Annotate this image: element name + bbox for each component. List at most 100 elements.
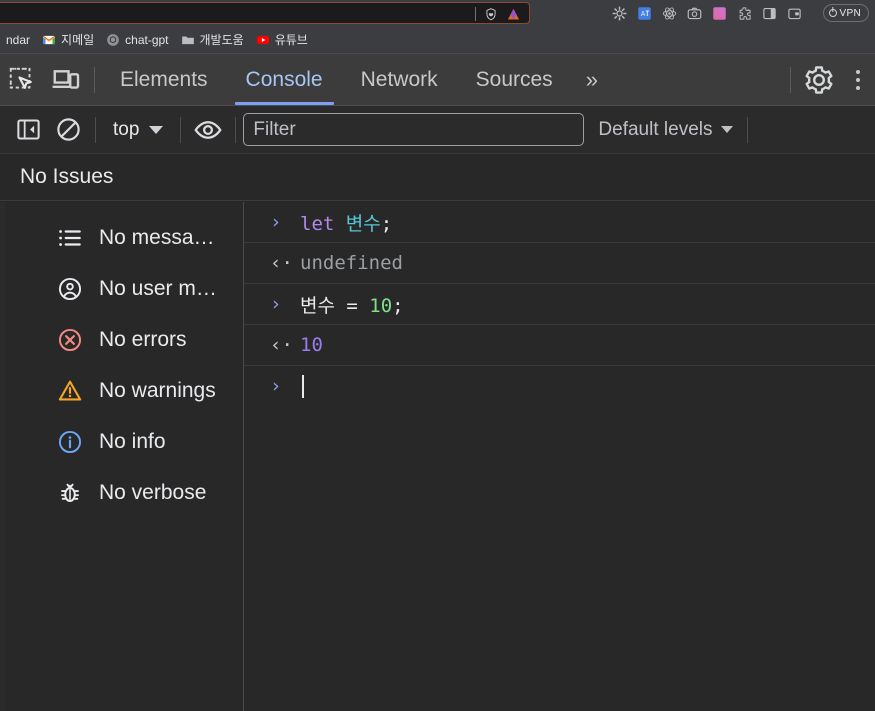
console-log-pane[interactable]: › let 변수; ‹· undefined › 변수 = 10; ‹· 10 … [244, 202, 875, 711]
folder-icon [181, 36, 194, 44]
gmail-icon [42, 35, 56, 44]
prompt-chevron-icon: › [270, 292, 282, 315]
inspect-element-button[interactable] [0, 58, 44, 102]
gear-extension-icon[interactable] [612, 6, 627, 21]
console-sidebar: No messa… No user m… No errors No warnin… [0, 202, 244, 711]
tab-sources[interactable]: Sources [457, 54, 572, 105]
bookmark-label: 유튜브 [274, 33, 308, 47]
bookmark-gmail[interactable]: 지메일 [36, 29, 100, 50]
issues-bar[interactable]: No Issues [0, 154, 875, 201]
sidebar-item-label: No errors [99, 327, 187, 351]
browser-toolbar: A VPN [0, 0, 875, 26]
sidebar-item-label: No warnings [99, 378, 216, 402]
bookmark-label: 개발도움 [199, 33, 244, 47]
code-token-identifier: 변수 = [300, 294, 370, 317]
sidebar-item-label: No user m… [99, 276, 217, 300]
tab-label: Sources [475, 67, 553, 91]
warning-triangle-icon [58, 380, 82, 400]
brave-triangle-icon[interactable] [506, 7, 521, 22]
log-levels-select[interactable]: Default levels [584, 118, 734, 141]
console-prompt-row[interactable]: › [244, 366, 875, 407]
sidebar-item-label: No verbose [99, 480, 207, 504]
bookmark-calendar[interactable]: ndar [0, 31, 36, 49]
vpn-label: VPN [839, 7, 861, 19]
execution-context-label: top [113, 118, 140, 140]
translate-extension-icon[interactable]: A [637, 6, 652, 21]
message-list-icon [59, 229, 81, 246]
device-toolbar-icon [52, 69, 80, 89]
divider [235, 116, 237, 143]
code-token-undefined: undefined [300, 252, 403, 274]
code-token-punct: ; [392, 294, 404, 317]
user-message-icon [58, 277, 82, 300]
bookmark-label: 지메일 [61, 33, 95, 47]
console-entry-output[interactable]: ‹· 10 [244, 325, 875, 366]
screenshot-camera-icon[interactable] [687, 6, 702, 21]
extensions-tray: A [612, 4, 802, 23]
puzzle-extensions-icon[interactable] [737, 6, 752, 21]
text-cursor [302, 375, 304, 398]
tab-elements[interactable]: Elements [101, 54, 227, 105]
result-arrow-icon: ‹· [270, 251, 293, 274]
wallet-icon[interactable] [787, 6, 802, 21]
brave-shield-lion-icon[interactable] [484, 7, 498, 22]
sidepanel-icon[interactable] [762, 6, 777, 21]
sidebar-item-messages[interactable]: No messa… [5, 212, 243, 263]
devtools-tabbar: Elements Console Network Sources » [0, 54, 875, 106]
tab-network[interactable]: Network [342, 54, 457, 105]
console-prompt-input[interactable] [300, 375, 304, 398]
divider [790, 66, 791, 93]
info-circle-icon [58, 430, 82, 453]
code-token-number: 10 [369, 294, 393, 317]
live-expression-button[interactable] [188, 110, 228, 150]
sidebar-item-errors[interactable]: No errors [5, 314, 243, 365]
execution-context-select[interactable]: top [103, 119, 173, 141]
code-token-identifier: 변수 [345, 212, 381, 235]
sidebar-item-verbose[interactable]: No verbose [5, 467, 243, 518]
tab-label: Network [360, 67, 438, 91]
console-entry-code: 변수 = 10; [300, 291, 404, 318]
console-entry-output[interactable]: ‹· undefined [244, 243, 875, 284]
tab-console[interactable]: Console [227, 54, 342, 105]
react-devtools-icon[interactable] [662, 6, 677, 21]
chevron-down-icon [721, 126, 734, 133]
chevron-double-right-icon: » [585, 66, 598, 92]
clear-console-button[interactable] [48, 110, 88, 150]
kebab-menu-icon [856, 85, 860, 90]
bookmark-chatgpt[interactable]: chat-gpt [100, 31, 174, 49]
filter-input[interactable] [243, 113, 585, 146]
sidebar-item-warnings[interactable]: No warnings [5, 365, 243, 416]
sidebar-item-user-messages[interactable]: No user m… [5, 263, 243, 314]
vpn-button[interactable]: VPN [822, 4, 869, 22]
kebab-menu-icon [856, 77, 860, 82]
youtube-icon [256, 35, 269, 44]
bookmark-youtube[interactable]: 유튜브 [250, 29, 314, 50]
gradient-square-icon[interactable] [712, 6, 727, 21]
code-token-keyword: let [300, 212, 335, 235]
divider [747, 116, 749, 143]
chevron-down-icon [149, 125, 164, 134]
divider [180, 116, 182, 143]
bookmark-dev-help[interactable]: 개발도움 [175, 29, 250, 50]
devtools-panel: Elements Console Network Sources » top F… [0, 53, 875, 711]
device-toolbar-button[interactable] [44, 58, 88, 102]
console-entry-input[interactable]: › 변수 = 10; [244, 284, 875, 325]
tab-label: Elements [120, 67, 208, 91]
console-entry-input[interactable]: › let 변수; [244, 202, 875, 243]
devtools-menu-button[interactable] [841, 58, 875, 102]
settings-button[interactable] [797, 58, 841, 102]
more-tabs-button[interactable]: » [572, 54, 610, 105]
sidebar-item-info[interactable]: No info [5, 416, 243, 467]
divider [475, 7, 476, 21]
console-entry-code: undefined [300, 252, 403, 274]
code-token-number: 10 [300, 334, 323, 356]
vpn-power-icon [828, 9, 837, 17]
sidebar-item-label: No info [99, 429, 166, 453]
result-arrow-icon: ‹· [270, 333, 293, 356]
address-bar[interactable] [0, 2, 530, 24]
log-levels-label: Default levels [598, 118, 713, 140]
clear-console-icon [56, 118, 80, 141]
sidebar-toggle-button[interactable] [8, 110, 48, 150]
chatgpt-icon [107, 33, 119, 46]
prompt-chevron-icon: › [270, 375, 282, 397]
